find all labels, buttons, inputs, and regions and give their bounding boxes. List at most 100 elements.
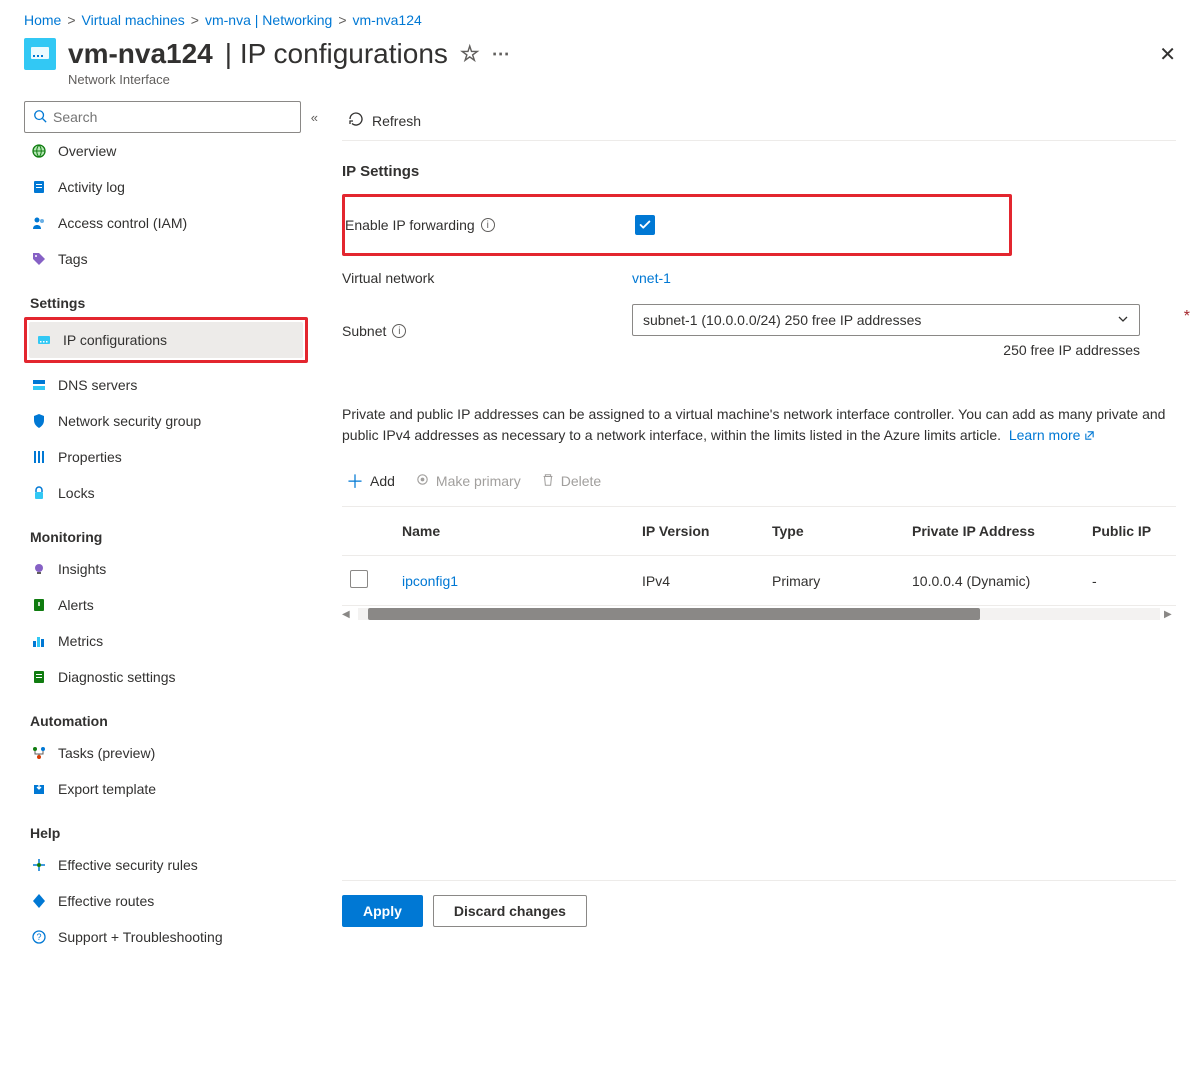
globe-icon bbox=[30, 142, 48, 160]
sidebar-item-overview[interactable]: Overview bbox=[24, 133, 314, 169]
sidebar-item-support-troubleshooting[interactable]: ?Support + Troubleshooting bbox=[24, 919, 314, 955]
svg-text:?: ? bbox=[36, 932, 41, 942]
col-publicip[interactable]: Public IP bbox=[1084, 507, 1176, 556]
make-primary-button[interactable]: Make primary bbox=[415, 472, 521, 490]
sidebar-item-label: Overview bbox=[58, 143, 116, 159]
table-row[interactable]: ipconfig1 IPv4 Primary 10.0.0.4 (Dynamic… bbox=[342, 556, 1176, 606]
sidebar-item-export-template[interactable]: Export template bbox=[24, 771, 314, 807]
discard-button[interactable]: Discard changes bbox=[433, 895, 587, 927]
sidebar-item-diagnostic-settings[interactable]: Diagnostic settings bbox=[24, 659, 314, 695]
ipconfig-table: Name IP Version Type Private IP Address … bbox=[342, 507, 1176, 606]
sidebar-item-insights[interactable]: Insights bbox=[24, 551, 314, 587]
alert-icon bbox=[30, 596, 48, 614]
breadcrumb-virtual-machines[interactable]: Virtual machines bbox=[82, 12, 185, 28]
ip-settings-heading: IP Settings bbox=[342, 163, 1176, 180]
sidebar-item-label: Tasks (preview) bbox=[58, 745, 155, 761]
sidebar-item-label: Alerts bbox=[58, 597, 94, 613]
sidebar-group-help: Help bbox=[30, 825, 314, 841]
support-icon: ? bbox=[30, 928, 48, 946]
sidebar-item-label: Properties bbox=[58, 449, 122, 465]
sidebar-item-activity-log[interactable]: Activity log bbox=[24, 169, 314, 205]
log-icon bbox=[30, 178, 48, 196]
refresh-icon bbox=[348, 111, 364, 130]
info-paragraph: Private and public IP addresses can be a… bbox=[342, 404, 1176, 446]
close-blade-button[interactable]: ✕ bbox=[1159, 38, 1176, 71]
effsec-icon bbox=[30, 856, 48, 874]
vnet-row: Virtual network vnet-1 bbox=[342, 258, 1176, 298]
subnet-select[interactable]: subnet-1 (10.0.0.0/24) 250 free IP addre… bbox=[632, 304, 1140, 336]
sidebar-item-label: Effective routes bbox=[58, 893, 154, 909]
search-icon bbox=[33, 109, 47, 126]
sidebar-search-input[interactable] bbox=[53, 109, 292, 125]
row-checkbox[interactable] bbox=[350, 570, 368, 588]
ip-forwarding-row: Enable IP forwarding i bbox=[345, 205, 1009, 245]
page-subtitle: Network Interface bbox=[68, 72, 1147, 87]
breadcrumb-current[interactable]: vm-nva124 bbox=[353, 12, 422, 28]
favorite-star-icon[interactable]: ☆ bbox=[460, 41, 480, 67]
sidebar-item-label: Diagnostic settings bbox=[58, 669, 176, 685]
vnet-link[interactable]: vnet-1 bbox=[632, 270, 671, 286]
delete-ipconfig-button[interactable]: Delete bbox=[541, 473, 601, 490]
info-icon[interactable]: i bbox=[481, 218, 495, 232]
sidebar-item-label: Locks bbox=[58, 485, 95, 501]
sidebar-item-label: Access control (IAM) bbox=[58, 215, 187, 231]
sidebar-item-tags[interactable]: Tags bbox=[24, 241, 314, 277]
horizontal-scrollbar[interactable]: ◀ ▶ bbox=[342, 608, 1176, 620]
sidebar-item-ip-configurations[interactable]: IP configurations bbox=[29, 322, 303, 358]
more-actions-icon[interactable]: ⋯ bbox=[492, 44, 512, 65]
bulb-icon bbox=[30, 560, 48, 578]
info-icon[interactable]: i bbox=[392, 324, 406, 338]
subnet-helper-text: 250 free IP addresses bbox=[632, 342, 1140, 358]
effroutes-icon bbox=[30, 892, 48, 910]
sidebar-item-effective-routes[interactable]: Effective routes bbox=[24, 883, 314, 919]
col-ipversion[interactable]: IP Version bbox=[634, 507, 764, 556]
sidebar-item-label: Network security group bbox=[58, 413, 201, 429]
sidebar-group-settings: Settings bbox=[30, 295, 314, 311]
refresh-button[interactable]: Refresh bbox=[342, 107, 427, 134]
learn-more-link[interactable]: Learn more bbox=[1009, 427, 1095, 443]
breadcrumb-home[interactable]: Home bbox=[24, 12, 61, 28]
chevron-down-icon bbox=[1117, 312, 1129, 328]
required-indicator: * bbox=[1184, 308, 1190, 326]
sidebar-item-locks[interactable]: Locks bbox=[24, 475, 314, 511]
sidebar-search[interactable] bbox=[24, 101, 301, 133]
sidebar-item-dns-servers[interactable]: DNS servers bbox=[24, 367, 314, 403]
sidebar-item-label: Export template bbox=[58, 781, 156, 797]
sidebar-item-tasks-preview-[interactable]: Tasks (preview) bbox=[24, 735, 314, 771]
metrics-icon bbox=[30, 632, 48, 650]
sidebar-item-label: Activity log bbox=[58, 179, 125, 195]
ipconfig-name-link[interactable]: ipconfig1 bbox=[402, 573, 458, 589]
export-icon bbox=[30, 780, 48, 798]
add-ipconfig-button[interactable]: ＋ Add bbox=[346, 468, 395, 494]
col-name[interactable]: Name bbox=[394, 507, 634, 556]
props-icon bbox=[30, 448, 48, 466]
sidebar-item-network-security-group[interactable]: Network security group bbox=[24, 403, 314, 439]
lock-icon bbox=[30, 484, 48, 502]
trash-icon bbox=[541, 473, 555, 490]
sidebar-item-alerts[interactable]: Alerts bbox=[24, 587, 314, 623]
sidebar-item-label: DNS servers bbox=[58, 377, 137, 393]
iam-icon bbox=[30, 214, 48, 232]
sidebar-group-monitoring: Monitoring bbox=[30, 529, 314, 545]
gear-icon bbox=[415, 472, 430, 490]
tasks-icon bbox=[30, 744, 48, 762]
sidebar-item-effective-security-rules[interactable]: Effective security rules bbox=[24, 847, 314, 883]
sidebar-item-metrics[interactable]: Metrics bbox=[24, 623, 314, 659]
nic-resource-icon bbox=[24, 38, 56, 70]
sidebar-item-label: Metrics bbox=[58, 633, 103, 649]
plus-icon: ＋ bbox=[346, 468, 364, 494]
sidebar: « OverviewActivity logAccess control (IA… bbox=[24, 101, 314, 955]
dns-icon bbox=[30, 376, 48, 394]
sidebar-item-label: Effective security rules bbox=[58, 857, 198, 873]
breadcrumb-vm-networking[interactable]: vm-nva | Networking bbox=[205, 12, 332, 28]
sidebar-item-access-control-iam-[interactable]: Access control (IAM) bbox=[24, 205, 314, 241]
toolbar: Refresh bbox=[342, 101, 1176, 141]
col-privateip[interactable]: Private IP Address bbox=[904, 507, 1084, 556]
diag-icon bbox=[30, 668, 48, 686]
sidebar-item-properties[interactable]: Properties bbox=[24, 439, 314, 475]
ip-forwarding-checkbox[interactable] bbox=[635, 215, 655, 235]
apply-button[interactable]: Apply bbox=[342, 895, 423, 927]
page-title: vm-nva124 | IP configurations ☆ ⋯ bbox=[68, 38, 1147, 70]
sidebar-item-label: Insights bbox=[58, 561, 106, 577]
col-type[interactable]: Type bbox=[764, 507, 904, 556]
